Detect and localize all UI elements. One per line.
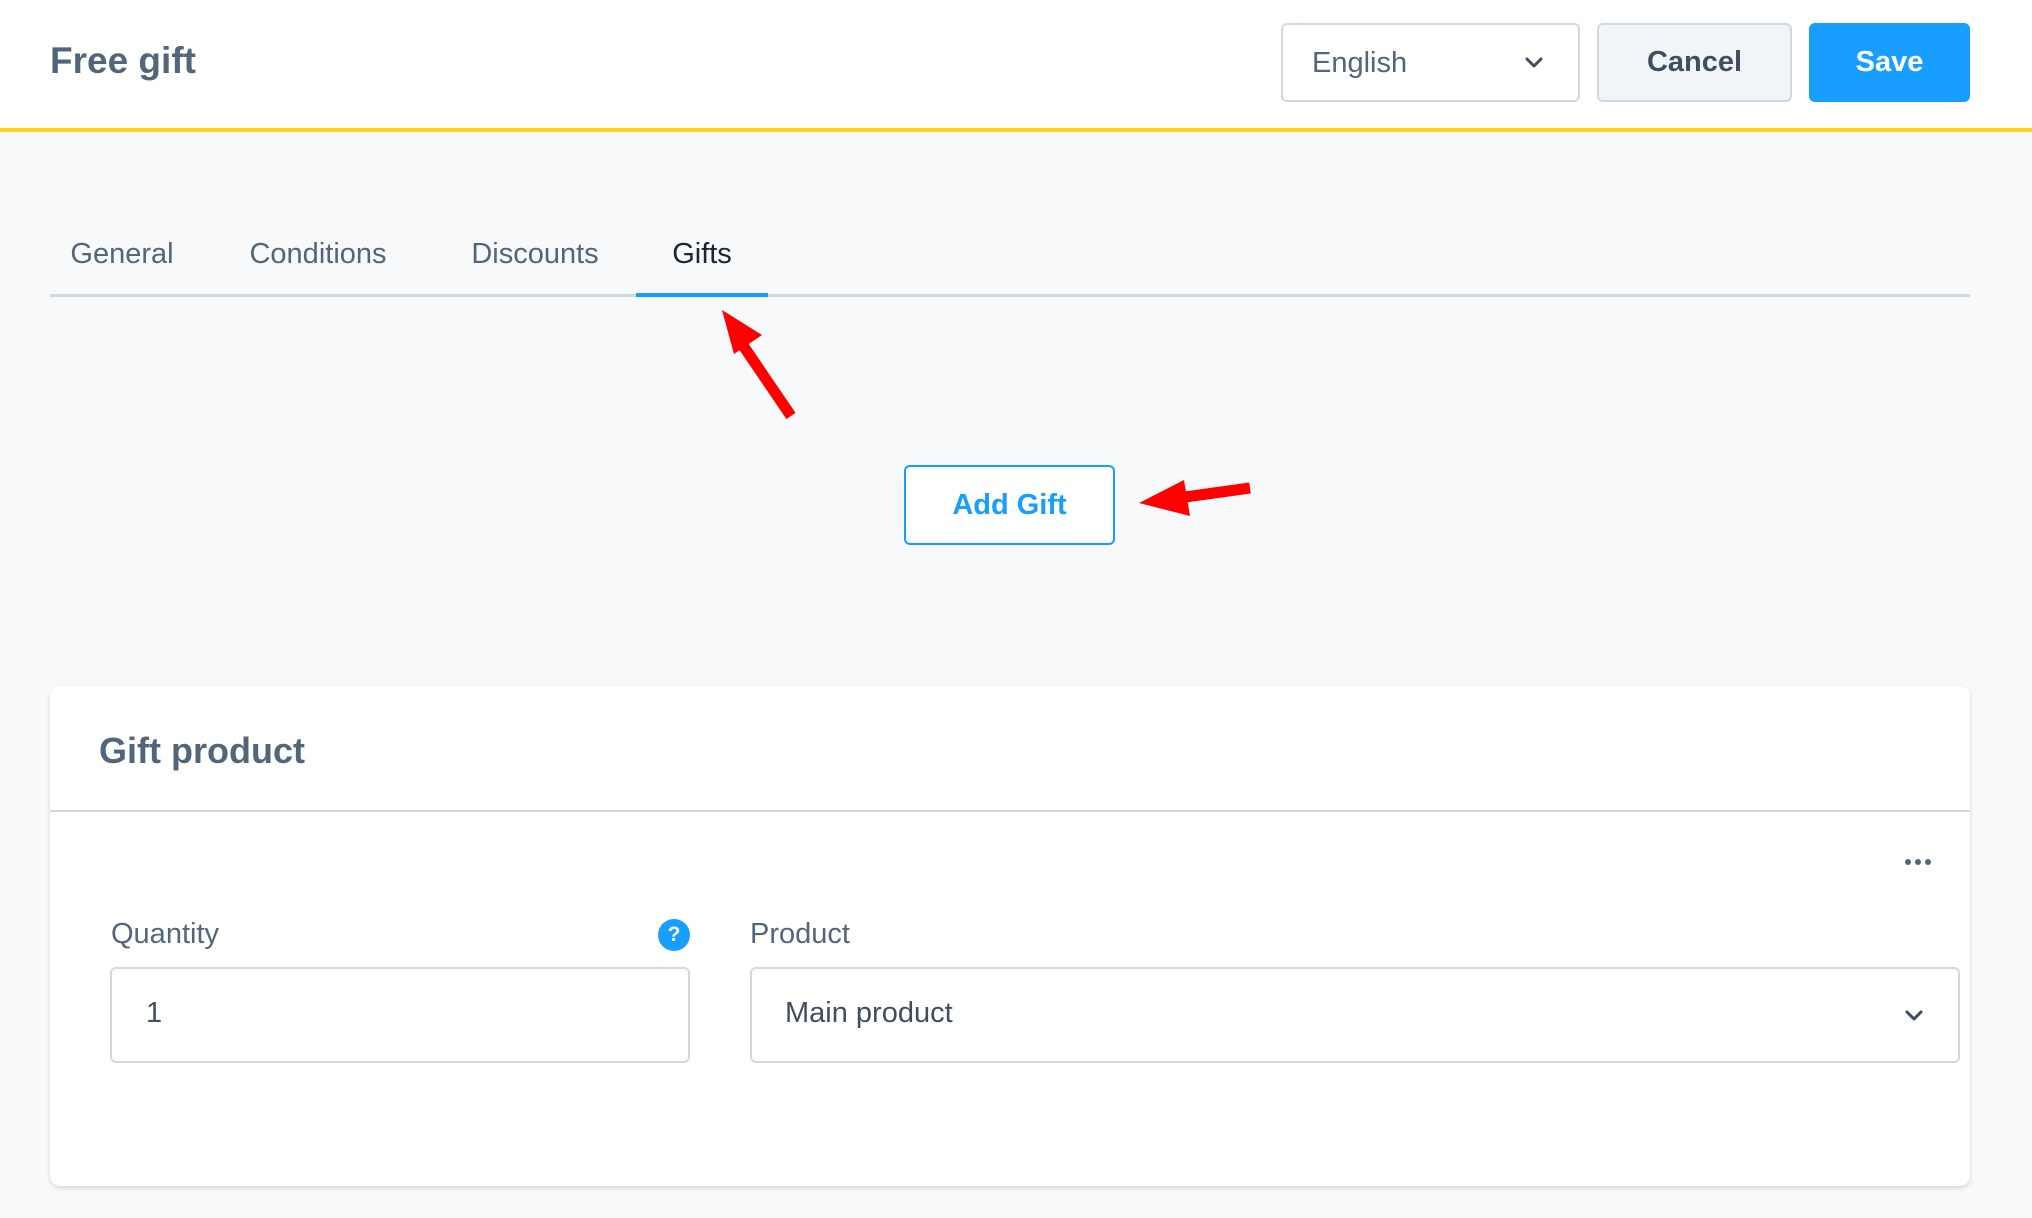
gift-product-card: Gift product Quantity ? 1 Product Main p… [50,686,1970,1186]
card-title: Gift product [99,730,305,771]
tab-discounts[interactable]: Discounts [442,228,628,294]
tab-general[interactable]: General [50,228,194,294]
add-gift-button[interactable]: Add Gift [904,465,1115,545]
chevron-down-icon [1904,1009,1924,1028]
more-horizontal-icon[interactable] [1904,854,1932,872]
language-select[interactable]: English [1281,23,1580,102]
product-select-value: Main product [785,997,953,1029]
product-label: Product [750,918,850,950]
card-header: Gift product [50,686,1970,812]
language-select-value: English [1312,47,1408,79]
tab-conditions[interactable]: Conditions [237,228,399,294]
cancel-button[interactable]: Cancel [1597,23,1792,102]
help-icon[interactable]: ? [658,919,690,951]
top-bar: Free gift English Cancel Save [0,0,2032,132]
annotation-arrow-gifts-tab [722,310,796,420]
page-title: Free gift [50,40,196,81]
tab-gifts[interactable]: Gifts [636,228,768,297]
tab-bar: General Conditions Discounts Gifts [50,228,1970,297]
quantity-input[interactable]: 1 [110,967,690,1063]
quantity-value: 1 [146,997,163,1029]
product-select[interactable]: Main product [750,967,1960,1063]
annotation-arrow-add-gift [1139,480,1251,516]
save-button[interactable]: Save [1809,23,1970,102]
chevron-down-icon [1524,56,1544,75]
quantity-label: Quantity [111,918,219,950]
